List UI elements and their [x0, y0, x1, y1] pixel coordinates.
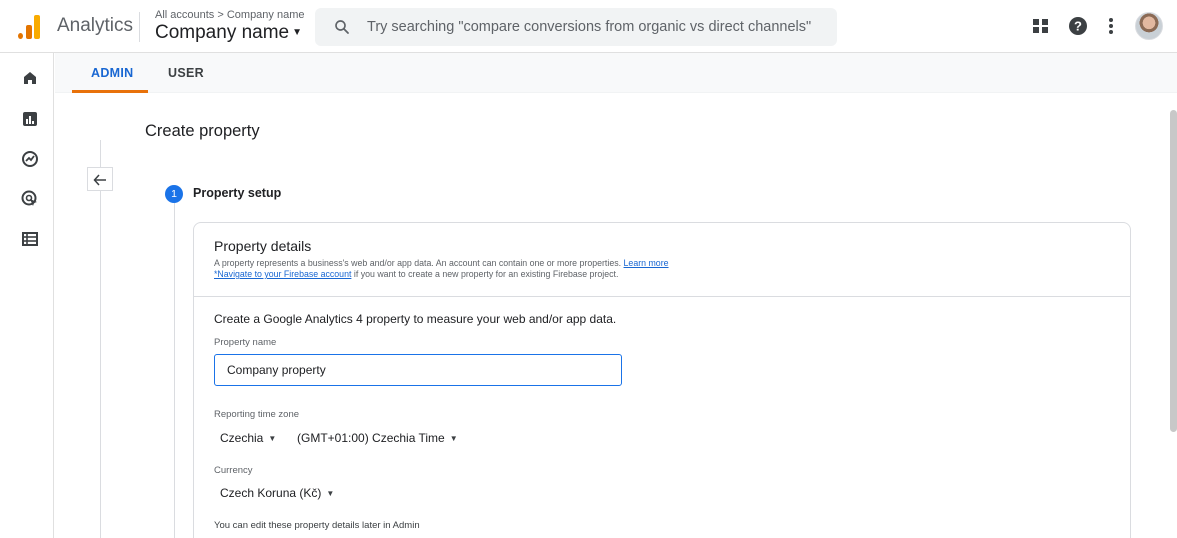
scrollbar[interactable] [1170, 110, 1177, 432]
currency-dropdown[interactable]: Czech Koruna (Kč) ▼ [220, 486, 334, 500]
step-number-badge: 1 [165, 185, 183, 203]
apps-icon[interactable] [1031, 16, 1051, 36]
step-label: Property setup [193, 186, 282, 200]
tab-user[interactable]: USER [168, 66, 204, 80]
description-text: A property represents a business's web a… [214, 258, 622, 268]
caret-down-icon: ▼ [326, 489, 335, 498]
page-title: Create property [145, 122, 260, 140]
help-icon[interactable]: ? [1068, 16, 1088, 36]
reports-icon[interactable] [21, 110, 39, 128]
configure-icon[interactable] [21, 230, 39, 248]
left-nav [0, 53, 54, 538]
stepper-line [174, 203, 175, 538]
property-name-input[interactable] [214, 354, 622, 386]
app-title[interactable]: Analytics [57, 15, 133, 37]
analytics-logo-icon[interactable] [18, 15, 40, 39]
breadcrumb[interactable]: All accounts > Company name [155, 9, 305, 21]
explore-icon[interactable] [21, 150, 39, 168]
account-name: Company name [155, 22, 290, 43]
caret-down-icon: ▼ [292, 27, 303, 38]
form-intro: Create a Google Analytics 4 property to … [214, 312, 617, 326]
page-rail-line [100, 140, 101, 538]
property-name-label: Property name [214, 337, 277, 348]
top-bar: Analytics All accounts > Company name Co… [0, 0, 1177, 53]
property-details-header: Property details A property represents a… [194, 223, 1130, 297]
property-details-title: Property details [214, 238, 312, 254]
advertising-icon[interactable] [21, 190, 39, 208]
property-description: A property represents a business's web a… [214, 258, 669, 268]
timezone-value: (GMT+01:00) Czechia Time [297, 431, 445, 445]
currency-value: Czech Koruna (Kč) [220, 486, 322, 500]
arrow-back-icon [93, 174, 106, 186]
avatar[interactable] [1135, 12, 1163, 40]
caret-down-icon: ▼ [268, 434, 277, 443]
admin-user-tabs: ADMIN USER [55, 53, 1177, 93]
edit-later-note: You can edit these property details late… [214, 520, 420, 531]
more-vert-icon[interactable] [1101, 16, 1121, 36]
search-placeholder: Try searching "compare conversions from … [367, 19, 812, 35]
home-icon[interactable] [21, 69, 39, 87]
search-bar[interactable]: Try searching "compare conversions from … [315, 8, 837, 46]
active-tab-indicator [72, 90, 148, 93]
currency-label: Currency [214, 465, 253, 476]
firebase-link[interactable]: *Navigate to your Firebase account [214, 269, 351, 279]
timezone-country-value: Czechia [220, 431, 264, 445]
property-setup-card: Property details A property represents a… [193, 222, 1131, 538]
svg-text:?: ? [1074, 19, 1082, 34]
timezone-label: Reporting time zone [214, 409, 300, 420]
caret-down-icon: ▼ [449, 434, 458, 443]
back-button[interactable] [87, 167, 113, 191]
account-selector[interactable]: Company name ▼ [155, 22, 302, 44]
tab-admin[interactable]: ADMIN [91, 66, 133, 80]
timezone-country-dropdown[interactable]: Czechia ▼ [220, 431, 276, 445]
divider [139, 12, 140, 42]
learn-more-link[interactable]: Learn more [624, 258, 669, 268]
firebase-description-text: if you want to create a new property for… [353, 269, 619, 279]
timezone-dropdown[interactable]: (GMT+01:00) Czechia Time ▼ [297, 431, 458, 445]
search-icon [335, 20, 349, 34]
firebase-description: *Navigate to your Firebase account if yo… [214, 269, 618, 279]
